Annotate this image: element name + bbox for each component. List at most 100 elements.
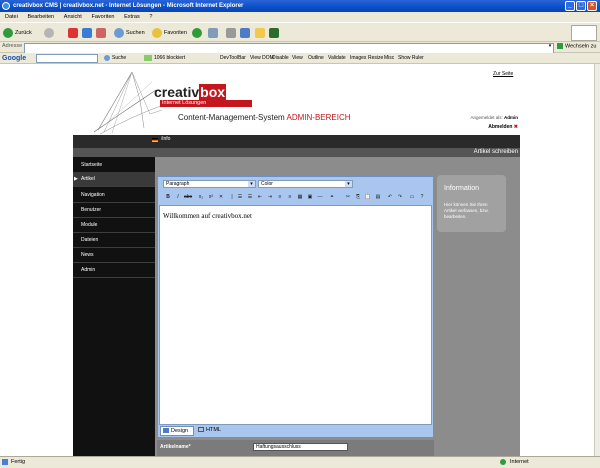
insert-link-icon[interactable]: ⚭ (328, 193, 336, 201)
edit-icon (240, 27, 250, 38)
page-icon (2, 459, 8, 465)
favorites-button[interactable]: Favoriten (152, 27, 187, 39)
search-icon (104, 54, 110, 61)
bold-button[interactable]: B (164, 193, 172, 201)
cms-title: Content-Management-System (178, 113, 285, 122)
search-button[interactable]: Suchen (114, 27, 145, 39)
outdent-icon[interactable]: ⇤ (256, 193, 264, 201)
format-select[interactable]: Paragraph ▾ (163, 180, 256, 188)
search-icon (114, 27, 124, 38)
popup-blocker[interactable]: 1066 blockiert (144, 53, 185, 64)
menu-extras[interactable]: Extras (124, 14, 140, 20)
menu-ansicht[interactable]: Ansicht (64, 14, 82, 20)
logout-x-icon: ✖ (513, 124, 518, 130)
print-icon (226, 27, 236, 38)
go-arrow-icon (557, 43, 563, 49)
sidebar-item-startseite[interactable]: Startseite (73, 158, 155, 173)
sidebar-item-admin[interactable]: Admin (73, 263, 155, 278)
unordered-list-icon[interactable]: ☰ (246, 193, 254, 201)
sidebar-item-news[interactable]: News (73, 248, 155, 263)
article-name-label: Artikelname* (160, 444, 191, 450)
align-center-icon[interactable]: ≡ (286, 193, 294, 201)
home-button[interactable] (96, 27, 108, 39)
maximize-button[interactable]: □ (576, 1, 586, 11)
editor-body[interactable]: Willkommen auf creativbox.net (159, 205, 432, 425)
undo-icon[interactable]: ↶ (386, 193, 394, 201)
mail-button[interactable] (208, 27, 220, 39)
close-button[interactable]: × (587, 1, 597, 11)
menu-favoriten[interactable]: Favoriten (92, 14, 115, 20)
go-button[interactable]: Wechseln zu (557, 43, 596, 49)
google-search-input[interactable] (36, 54, 98, 63)
devtool-resize[interactable]: Resize (368, 53, 383, 64)
print-button[interactable] (226, 27, 238, 39)
address-dropdown-icon[interactable]: ▾ (546, 43, 554, 52)
devtool-devtoolbar[interactable]: DevToolBar (220, 53, 246, 64)
google-toolbar: Google Suche 1066 blockiert DevToolBar V… (0, 53, 600, 64)
refresh-button[interactable] (82, 27, 94, 39)
insert-image-icon[interactable]: ▣ (306, 193, 314, 201)
fullscreen-icon[interactable]: ▭ (408, 193, 416, 201)
paste-word-icon[interactable]: ▤ (374, 193, 382, 201)
devtool-view[interactable]: View (292, 53, 303, 64)
superscript-button[interactable]: x² (207, 193, 215, 201)
help-icon[interactable]: ? (418, 193, 426, 201)
window-title-bar: creativbox CMS | creativbox.net - Intern… (0, 0, 600, 12)
remove-format-icon[interactable]: ✕ (217, 193, 225, 201)
history-button[interactable] (192, 27, 204, 39)
devtool-misc[interactable]: Misc (384, 53, 394, 64)
edit-button[interactable] (240, 27, 252, 39)
internet-zone-icon (500, 459, 506, 465)
home-icon (96, 27, 106, 38)
article-name-input[interactable]: Haftungsausschluss (253, 443, 348, 451)
subscript-button[interactable]: x₂ (197, 193, 205, 201)
devtool-view-dom[interactable]: View DOM (250, 53, 274, 64)
internet-zone-label: Internet (510, 459, 529, 465)
info-link[interactable]: iInfo (161, 136, 170, 142)
minimize-button[interactable]: _ (565, 1, 575, 11)
messenger-button[interactable] (255, 27, 267, 39)
menu-bearbeiten[interactable]: Bearbeiten (28, 14, 55, 20)
table-icon[interactable]: ▦ (296, 193, 304, 201)
indent-icon[interactable]: ⇥ (266, 193, 274, 201)
menu-datei[interactable]: Datei (5, 14, 18, 20)
copy-icon[interactable]: ⎘ (354, 193, 362, 201)
ordered-list-icon[interactable]: ☰ (236, 193, 244, 201)
back-button[interactable]: Zurück (3, 27, 32, 39)
sidebar-item-artikel[interactable]: ▶ Artikel (73, 172, 155, 187)
menu-help[interactable]: ? (149, 14, 152, 20)
tab-html[interactable]: HTML (196, 426, 228, 436)
cut-icon[interactable]: ✂ (344, 193, 352, 201)
forward-button[interactable] (44, 27, 56, 39)
stop-button[interactable] (68, 27, 80, 39)
logged-in-user: Admin (504, 115, 518, 120)
redo-icon[interactable]: ↷ (396, 193, 404, 201)
sidebar-item-navigation[interactable]: Navigation (73, 188, 155, 203)
devtool-show-ruler[interactable]: Show Ruler (398, 53, 424, 64)
color-select[interactable]: Color ▾ (258, 180, 353, 188)
devtool-validate[interactable]: Validate (328, 53, 346, 64)
menu-bar: Datei Bearbeiten Ansicht Favoriten Extra… (0, 12, 600, 22)
research-button[interactable] (269, 27, 281, 39)
devtool-images[interactable]: Images (350, 53, 366, 64)
align-left-icon[interactable]: ≡ (276, 193, 284, 201)
back-arrow-icon (3, 27, 13, 38)
german-flag-icon[interactable] (152, 138, 158, 142)
vertical-scrollbar[interactable] (594, 64, 600, 456)
devtool-disable[interactable]: Disable (272, 53, 289, 64)
sidebar-item-dateien[interactable]: Dateien (73, 233, 155, 248)
refresh-icon (82, 27, 92, 38)
tab-design[interactable]: Design (160, 426, 194, 436)
horizontal-rule-icon[interactable]: — (316, 193, 324, 201)
devtool-outline[interactable]: Outline (308, 53, 324, 64)
logout-link[interactable]: Abmelden ✖ (468, 124, 518, 130)
sidebar-item-benutzer[interactable]: Benutzer (73, 203, 155, 218)
color-dropdown-icon: ▾ (345, 181, 352, 187)
paste-icon[interactable]: 📋 (364, 193, 372, 201)
italic-button[interactable]: I (174, 193, 182, 201)
back-to-site-link[interactable]: Zur Seite (493, 71, 513, 77)
site-logo: creativbox (154, 84, 227, 100)
strikethrough-button[interactable]: abc (184, 193, 192, 201)
sidebar-item-module[interactable]: Module (73, 218, 155, 233)
google-search-button[interactable]: Suche (104, 53, 126, 64)
